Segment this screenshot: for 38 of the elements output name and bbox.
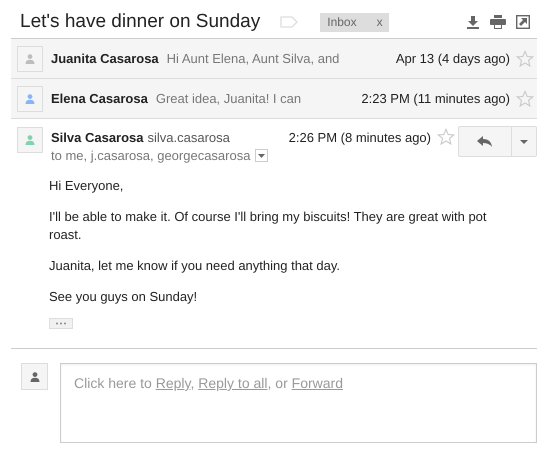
reply-box[interactable]: Click here to Reply, Reply to all, or Forward	[60, 363, 537, 443]
body-paragraph: Hi Everyone,	[49, 177, 124, 195]
subject-title: Let's have dinner on Sunday	[20, 11, 260, 33]
reply-button-group[interactable]	[458, 126, 537, 157]
collapsed-message[interactable]: Elena Casarosa Great idea, Juanita! I can 2:23 PM (11 minutes ago)	[11, 79, 537, 119]
sender-name: Elena Casarosa	[51, 91, 148, 106]
star-icon[interactable]	[437, 128, 455, 146]
print-icon[interactable]	[490, 15, 506, 29]
recipients-text: to me, j.casarosa, georgecasarosa	[51, 148, 250, 163]
reply-link[interactable]: Forward	[292, 375, 343, 391]
sender-name: Juanita Casarosa	[51, 51, 159, 66]
reply-icon[interactable]	[477, 136, 493, 148]
star-icon[interactable]	[516, 50, 534, 68]
message-snippet: Hi Aunt Elena, Aunt Silva, and	[166, 51, 340, 66]
label-chip[interactable]: Inbox x	[320, 12, 389, 32]
remove-label-button[interactable]: x	[376, 14, 383, 28]
reply-link[interactable]: Reply to all	[198, 375, 268, 391]
body-paragraph: Juanita, let me know if you need anything that day.	[49, 257, 341, 275]
body-paragraph: I'll be able to make it. Of course I'll bring my biscuits! They are great with pot roast.	[49, 208, 488, 244]
download-icon[interactable]	[466, 15, 480, 29]
caret-icon[interactable]	[258, 154, 266, 158]
details-dropdown[interactable]	[255, 149, 268, 162]
reply-link[interactable]: Reply	[156, 375, 190, 391]
ellipsis-icon[interactable]	[55, 322, 67, 325]
person-icon	[28, 370, 40, 382]
sender-name: Silva Casarosa	[51, 130, 144, 144]
message-date: 2:26 PM (8 minutes ago)	[288, 130, 431, 144]
caret-icon[interactable]	[520, 140, 528, 144]
message-date: Apr 13 (4 days ago)	[396, 51, 510, 66]
new-window-icon[interactable]	[516, 15, 530, 29]
sender-email: silva.casarosa	[148, 130, 231, 144]
show-trimmed-button[interactable]	[49, 318, 73, 329]
message-snippet: Great idea, Juanita! I can	[156, 91, 302, 106]
star-icon[interactable]	[516, 90, 534, 108]
reply-prompt: Click here to Reply, Reply to all, or Forward	[74, 375, 343, 391]
message-date: 2:23 PM (11 minutes ago)	[361, 91, 510, 106]
collapsed-message[interactable]: Juanita Casarosa Hi Aunt Elena, Aunt Silva, and Apr 13 (4 days ago)	[11, 39, 537, 79]
body-paragraph: See you guys on Sunday!	[49, 288, 198, 306]
